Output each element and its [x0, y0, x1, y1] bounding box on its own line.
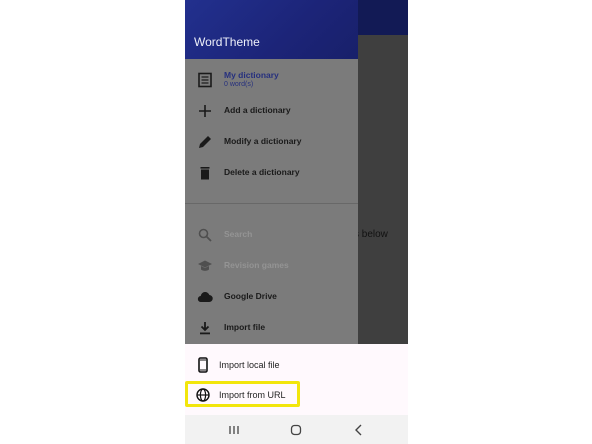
drawer-divider: [185, 203, 358, 204]
system-navigation-bar: [185, 415, 408, 444]
trash-icon: [197, 165, 213, 181]
drawer-item-label: Revision games: [224, 260, 289, 270]
phone-icon: [195, 357, 211, 373]
drawer-item-label: Google Drive: [224, 291, 277, 301]
highlight-box: [185, 381, 300, 407]
phone-screen: ks below WordTheme My dictionary 0 word(…: [185, 0, 408, 444]
navigation-drawer: WordTheme My dictionary 0 word(s) Add a …: [185, 0, 358, 344]
back-button[interactable]: [351, 422, 367, 438]
drawer-item-modify-dictionary[interactable]: Modify a dictionary: [185, 128, 358, 156]
drawer-item-label: Add a dictionary: [224, 105, 291, 115]
drawer-item-revision-games: Revision games: [185, 252, 358, 280]
import-local-file-option[interactable]: Import local file: [185, 350, 408, 380]
drawer-item-label: Modify a dictionary: [224, 136, 302, 146]
download-icon: [197, 320, 213, 336]
search-icon: [197, 227, 213, 243]
drawer-item-label: Search: [224, 229, 253, 239]
recent-apps-button[interactable]: [226, 422, 242, 438]
drawer-item-import-file[interactable]: Import file: [185, 314, 358, 342]
drawer-item-add-dictionary[interactable]: Add a dictionary: [185, 97, 358, 125]
pencil-icon: [197, 134, 213, 150]
home-button[interactable]: [288, 422, 304, 438]
word-count: 0 word(s): [224, 81, 254, 88]
option-label: Import local file: [219, 360, 280, 370]
dictionary-book-icon: [197, 72, 213, 88]
plus-icon: [197, 103, 213, 119]
app-title: WordTheme: [194, 35, 260, 49]
drawer-item-label: Import file: [224, 322, 266, 332]
graduation-cap-icon: [197, 258, 213, 274]
drawer-item-search: Search: [185, 221, 358, 249]
cloud-icon: [197, 289, 213, 305]
drawer-item-google-drive[interactable]: Google Drive: [185, 283, 358, 311]
drawer-item-label: Delete a dictionary: [224, 167, 300, 177]
drawer-header: WordTheme: [185, 0, 358, 59]
drawer-item-delete-dictionary[interactable]: Delete a dictionary: [185, 159, 358, 187]
import-options-sheet: Import local file Import from URL: [185, 344, 408, 415]
my-dictionary-label: My dictionary: [224, 70, 279, 80]
